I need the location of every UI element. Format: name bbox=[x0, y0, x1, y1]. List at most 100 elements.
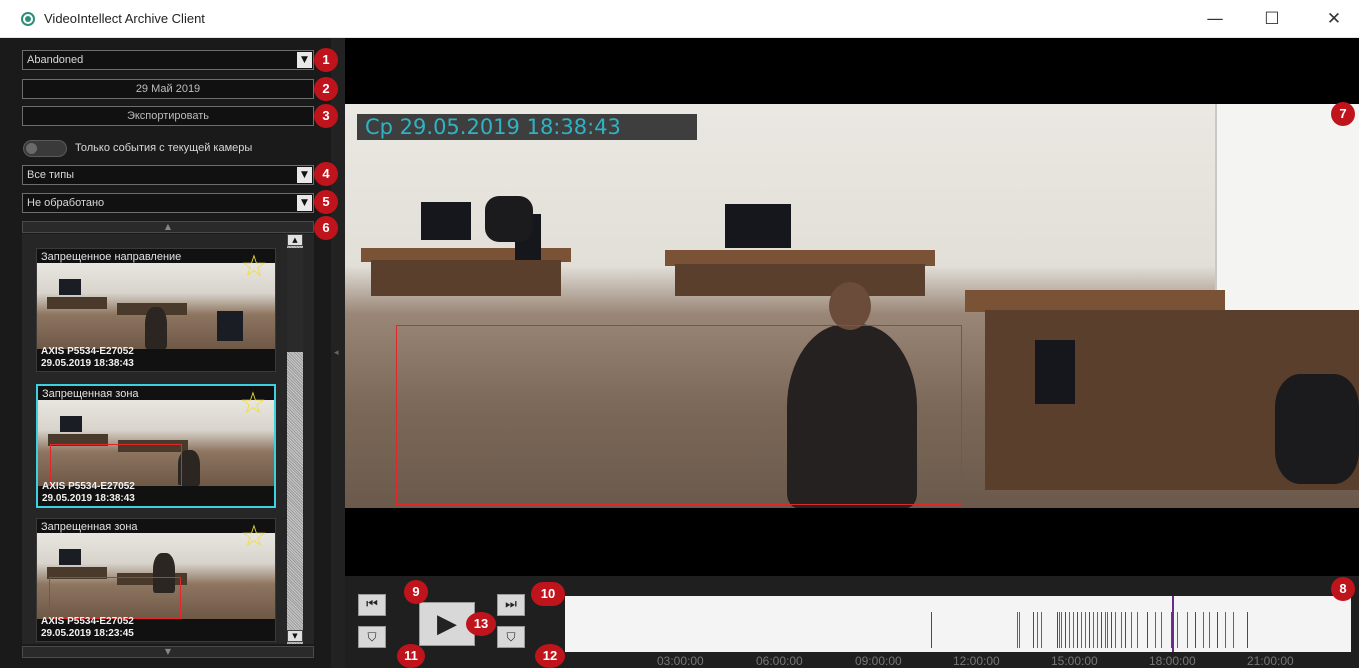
timeline-event-mark[interactable] bbox=[1085, 612, 1086, 648]
chevron-down-icon[interactable]: ▼ bbox=[297, 52, 312, 68]
event-type-dropdown[interactable]: Все типы ▼ bbox=[22, 165, 314, 185]
timeline-event-mark[interactable] bbox=[1125, 612, 1126, 648]
timeline-event-mark[interactable] bbox=[1065, 612, 1066, 648]
star-icon[interactable]: ☆ bbox=[236, 387, 270, 421]
event-time: 29.05.2019 18:23:45 bbox=[41, 628, 134, 639]
event-camera: AXIS P5534-E27052 bbox=[41, 616, 134, 627]
timeline-event-mark[interactable] bbox=[1073, 612, 1074, 648]
video-viewport[interactable]: Ср 29.05.2019 18:38:43 bbox=[345, 38, 1359, 576]
previous-alarm-icon[interactable]: ⛉ bbox=[358, 626, 386, 648]
timeline-event-mark[interactable] bbox=[1233, 612, 1234, 648]
timeline-event-mark[interactable] bbox=[1137, 612, 1138, 648]
badge-8: 8 bbox=[1331, 577, 1355, 601]
timeline-tick: 18:00:00 bbox=[1149, 654, 1196, 668]
badge-2: 2 bbox=[314, 77, 338, 101]
timeline-event-mark[interactable] bbox=[1209, 612, 1210, 648]
next-alarm-icon[interactable]: ⛉ bbox=[497, 626, 525, 648]
scroll-up-arrow-icon[interactable]: ▲ bbox=[287, 234, 303, 246]
timeline-event-mark[interactable] bbox=[1019, 612, 1020, 648]
event-list-scrollbar[interactable]: ▲ ▼ bbox=[287, 234, 303, 644]
timeline-event-mark[interactable] bbox=[931, 612, 932, 648]
badge-9: 9 bbox=[404, 580, 428, 604]
timeline-event-mark[interactable] bbox=[1017, 612, 1018, 648]
scrollbar-thumb[interactable] bbox=[287, 248, 303, 352]
current-camera-toggle-label: Только события с текущей камеры bbox=[75, 142, 253, 154]
collapse-arrow-icon[interactable]: ◂ bbox=[334, 348, 339, 358]
detection-box bbox=[396, 325, 962, 505]
timeline-event-mark[interactable] bbox=[1037, 612, 1038, 648]
panel-splitter[interactable]: ◂ bbox=[331, 38, 345, 668]
minimize-button[interactable]: — bbox=[1195, 6, 1235, 32]
event-card-selected[interactable]: Запрещенная зона ☆ AXIS P5534-E27052 29.… bbox=[36, 384, 276, 508]
timeline-event-mark[interactable] bbox=[1247, 612, 1248, 648]
timeline-event-mark[interactable] bbox=[1105, 612, 1106, 648]
next-event-icon[interactable]: ⏭ bbox=[497, 594, 525, 616]
timeline-event-mark[interactable] bbox=[1069, 612, 1070, 648]
timeline-event-mark[interactable] bbox=[1217, 612, 1218, 648]
timeline-event-mark[interactable] bbox=[1203, 612, 1204, 648]
timeline-event-mark[interactable] bbox=[1057, 612, 1058, 648]
badge-3: 3 bbox=[314, 104, 338, 128]
chevron-down-icon[interactable]: ▼ bbox=[297, 195, 312, 211]
timeline-event-mark[interactable] bbox=[1187, 612, 1188, 648]
timeline-event-mark[interactable] bbox=[1147, 612, 1148, 648]
status-dropdown[interactable]: Не обработано ▼ bbox=[22, 193, 314, 213]
status-value: Не обработано bbox=[27, 197, 105, 209]
timeline-event-mark[interactable] bbox=[1195, 612, 1196, 648]
timeline-event-mark[interactable] bbox=[1089, 612, 1090, 648]
timeline-event-mark[interactable] bbox=[1033, 612, 1034, 648]
list-scroll-up-button[interactable]: ▲ bbox=[22, 221, 314, 233]
timeline-event-mark[interactable] bbox=[1081, 612, 1082, 648]
event-camera: AXIS P5534-E27052 bbox=[42, 481, 135, 492]
event-filter-dropdown[interactable]: Abandoned ▼ bbox=[22, 50, 314, 70]
timeline-event-mark[interactable] bbox=[1101, 612, 1102, 648]
badge-13: 13 bbox=[466, 612, 496, 636]
timeline-event-mark[interactable] bbox=[1131, 612, 1132, 648]
chevron-down-icon[interactable]: ▼ bbox=[297, 167, 312, 183]
timeline-event-mark[interactable] bbox=[1061, 612, 1062, 648]
event-card[interactable]: Запрещенная зона ☆ AXIS P5534-E27052 29.… bbox=[36, 518, 276, 642]
timeline-event-mark[interactable] bbox=[1121, 612, 1122, 648]
timeline-tick: 09:00:00 bbox=[855, 654, 902, 668]
event-list: Запрещенное направление ☆ AXIS P5534-E27… bbox=[22, 234, 314, 644]
maximize-button[interactable]: ☐ bbox=[1252, 6, 1292, 32]
timeline-event-mark[interactable] bbox=[1111, 612, 1112, 648]
timeline-event-mark[interactable] bbox=[1059, 612, 1060, 648]
timeline-tick: 06:00:00 bbox=[756, 654, 803, 668]
close-button[interactable]: ✕ bbox=[1314, 6, 1354, 32]
event-title: Запрещенная зона bbox=[42, 388, 139, 400]
thumb-monitor bbox=[60, 416, 82, 432]
thumb-person bbox=[145, 307, 167, 349]
timeline-event-mark[interactable] bbox=[1171, 612, 1172, 648]
previous-event-icon[interactable]: ⏮ bbox=[358, 594, 386, 616]
timeline-event-mark[interactable] bbox=[1077, 612, 1078, 648]
timeline-event-mark[interactable] bbox=[1097, 612, 1098, 648]
badge-6: 6 bbox=[314, 216, 338, 240]
timeline-cursor[interactable] bbox=[1172, 596, 1174, 652]
timeline-track[interactable] bbox=[565, 596, 1351, 652]
timeline-event-mark[interactable] bbox=[1225, 612, 1226, 648]
video-frame: Ср 29.05.2019 18:38:43 bbox=[345, 104, 1359, 508]
timeline-event-mark[interactable] bbox=[1155, 612, 1156, 648]
timeline-event-mark[interactable] bbox=[1115, 612, 1116, 648]
export-button[interactable]: Экспортировать bbox=[22, 106, 314, 126]
timeline-event-mark[interactable] bbox=[1093, 612, 1094, 648]
timeline-event-mark[interactable] bbox=[1107, 612, 1108, 648]
title-bar: VideoIntellect Archive Client — ☐ ✕ bbox=[0, 0, 1359, 38]
timeline-tick: 21:00:00 bbox=[1247, 654, 1294, 668]
timeline-event-mark[interactable] bbox=[1041, 612, 1042, 648]
timeline-event-mark[interactable] bbox=[1177, 612, 1178, 648]
toggle-knob bbox=[26, 143, 37, 154]
scene-monitor bbox=[1035, 340, 1075, 404]
scroll-down-arrow-icon[interactable]: ▼ bbox=[287, 630, 303, 642]
list-scroll-down-button[interactable]: ▼ bbox=[22, 646, 314, 658]
star-icon[interactable]: ☆ bbox=[237, 520, 271, 554]
badge-7: 7 bbox=[1331, 102, 1355, 126]
window-title: VideoIntellect Archive Client bbox=[44, 11, 205, 26]
event-card[interactable]: Запрещенное направление ☆ AXIS P5534-E27… bbox=[36, 248, 276, 372]
date-picker[interactable]: 29 Май 2019 bbox=[22, 79, 314, 99]
timeline-event-mark[interactable] bbox=[1161, 612, 1162, 648]
event-title: Запрещенная зона bbox=[41, 521, 138, 533]
current-camera-toggle[interactable] bbox=[23, 140, 67, 157]
star-icon[interactable]: ☆ bbox=[237, 250, 271, 284]
